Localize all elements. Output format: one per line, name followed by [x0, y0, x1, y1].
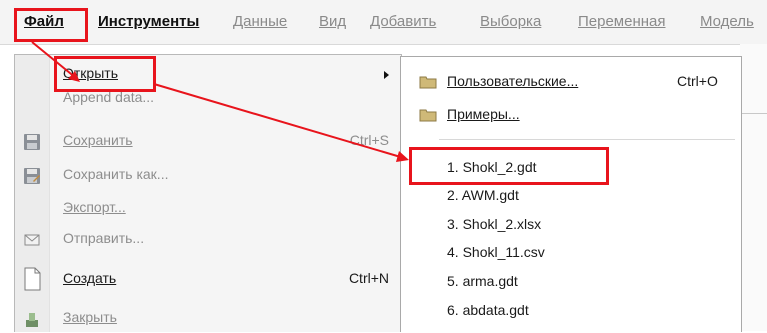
shortcut-label: Ctrl+S: [349, 132, 389, 148]
recent-file-label: 5. arma.gdt: [447, 273, 518, 289]
menu-bar: Файл Инструменты Данные Вид Добавить Выб…: [0, 0, 767, 45]
menu-view[interactable]: Вид: [319, 13, 346, 30]
shortcut-label: Ctrl+N: [348, 270, 389, 286]
menu-item-new[interactable]: Создать Ctrl+N: [15, 267, 401, 293]
menu-item-label: Создать: [63, 270, 117, 286]
divider: [742, 113, 767, 114]
background-window: [740, 44, 767, 331]
recent-file-item[interactable]: 4. Shokl_11.csv: [401, 240, 741, 266]
recent-file-item[interactable]: 3. Shokl_2.xlsx: [401, 212, 741, 238]
recent-file-item[interactable]: 2. AWM.gdt: [401, 183, 741, 209]
recent-file-label: 4. Shokl_11.csv: [447, 244, 545, 260]
recent-file-item[interactable]: 6. abdata.gdt: [401, 298, 741, 324]
close-dataset-icon: [23, 310, 41, 328]
recent-file-label: 6. abdata.gdt: [447, 302, 529, 318]
menu-data[interactable]: Данные: [233, 13, 287, 30]
save-icon: [23, 133, 41, 151]
new-document-icon: [23, 267, 41, 291]
submenu-item-examples[interactable]: Примеры...: [401, 102, 741, 128]
menu-variable[interactable]: Переменная: [578, 13, 666, 30]
menu-add[interactable]: Добавить: [370, 13, 436, 30]
highlight-box-recent-file: [409, 147, 609, 185]
menu-item-send[interactable]: Отправить...: [15, 227, 401, 253]
menu-model[interactable]: Модель: [700, 13, 754, 30]
recent-file-item[interactable]: 5. arma.gdt: [401, 269, 741, 295]
recent-file-label: 2. AWM.gdt: [447, 187, 519, 203]
menu-item-save-as[interactable]: Сохранить как...: [15, 163, 401, 189]
menu-item-close[interactable]: Закрыть: [15, 306, 401, 332]
folder-icon: [419, 75, 437, 89]
file-dropdown-menu: Открыть Append data... Сохранить Ctrl+S …: [14, 54, 402, 332]
menu-item-label: Сохранить: [63, 132, 133, 148]
submenu-item-label: Пользовательские...: [447, 73, 579, 89]
menu-item-label: Экспорт...: [63, 199, 126, 215]
menu-item-label: Отправить...: [63, 230, 145, 246]
submenu-item-user-folder[interactable]: Пользовательские... Ctrl+O: [401, 69, 741, 95]
menu-item-label: Сохранить как...: [63, 166, 169, 182]
shortcut-label: Ctrl+O: [677, 73, 718, 89]
menu-sample[interactable]: Выборка: [480, 13, 541, 30]
menu-tools[interactable]: Инструменты: [98, 13, 199, 30]
folder-icon: [419, 108, 437, 122]
highlight-box-open: [54, 56, 156, 92]
mail-icon: [23, 231, 41, 249]
recent-file-label: 3. Shokl_2.xlsx: [447, 216, 542, 232]
submenu-item-label: Примеры...: [447, 106, 520, 122]
submenu-arrow-icon: [384, 71, 389, 79]
menu-item-label: Закрыть: [63, 309, 117, 325]
separator: [439, 139, 735, 140]
open-submenu: Пользовательские... Ctrl+O Примеры... 1.…: [400, 56, 742, 332]
save-as-icon: [23, 167, 41, 185]
menu-item-save[interactable]: Сохранить Ctrl+S: [15, 129, 401, 155]
highlight-box-file: [14, 8, 88, 42]
menu-item-export[interactable]: Экспорт...: [15, 196, 401, 222]
